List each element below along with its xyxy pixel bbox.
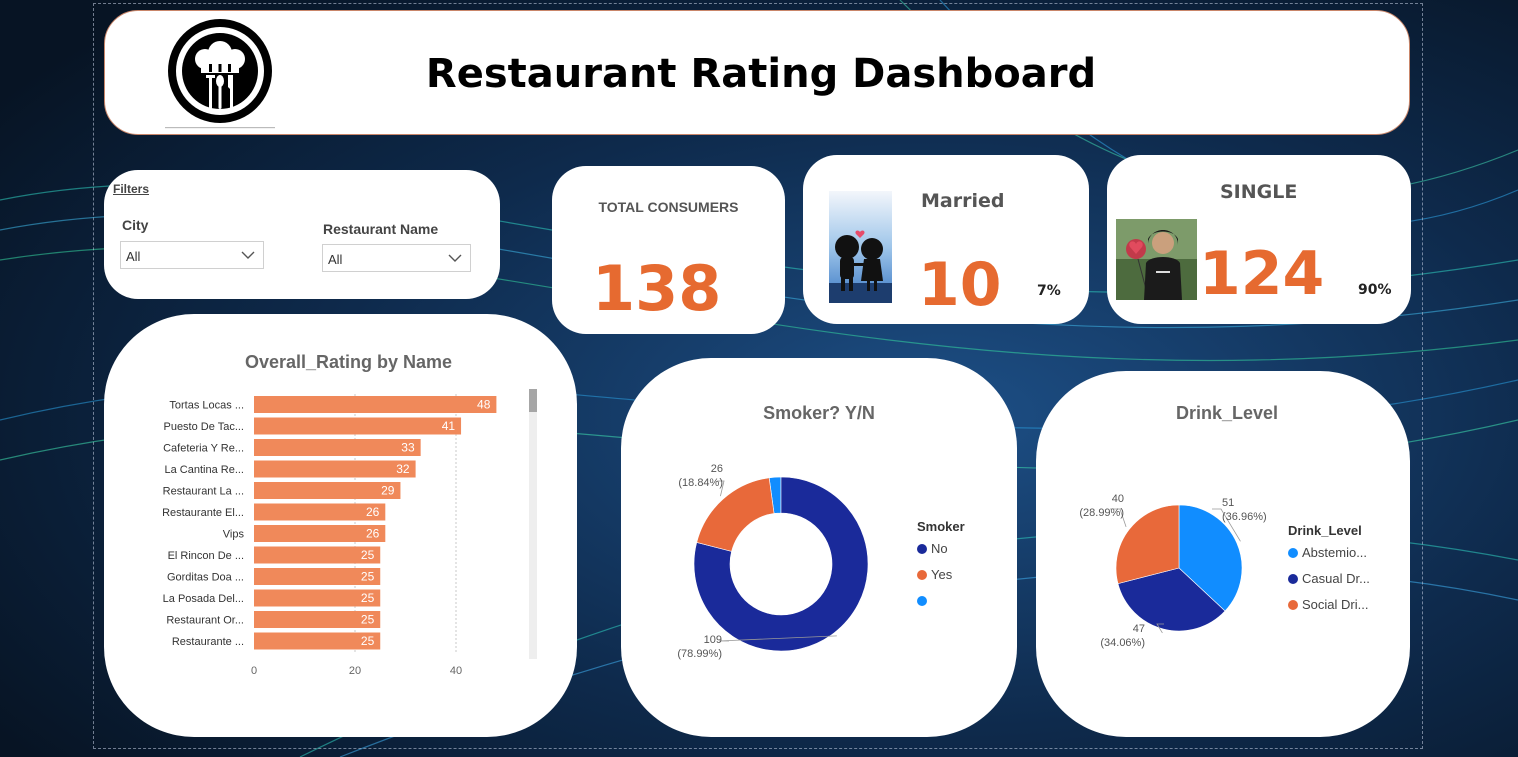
slice-value-label: 40 [1112,493,1124,505]
couple-silhouette-image [829,191,892,303]
drink-level-pie-card: Drink_Level 51 (36.96%) 47 (34.06%) 40 (28.99… [1036,371,1410,737]
single-person-image [1116,219,1197,300]
city-dropdown[interactable]: All [120,241,264,269]
smoker-legend-title: Smoker [917,519,965,534]
restaurant-name-label: Restaurant Name [323,221,439,237]
legend-label: Social Dri... [1302,597,1369,612]
bar[interactable] [254,396,497,413]
x-tick-label: 0 [251,665,257,677]
slice-value-label: 26 [711,463,723,475]
city-label: City [122,217,149,233]
kpi-married-percent: 7% [1037,283,1061,299]
legend-item-abstemious[interactable]: Abstemio... [1288,545,1367,560]
slice-percent-label: (34.06%) [1100,637,1145,649]
bar-value-label: 32 [396,462,410,476]
bar[interactable] [254,482,401,499]
legend-item-casual[interactable]: Casual Dr... [1288,571,1370,586]
slice-value-label: 47 [1133,623,1145,635]
bar-value-label: 26 [366,505,380,519]
bar-value-label: 25 [361,634,375,648]
bar-value-label: 25 [361,613,375,627]
bar[interactable] [254,417,462,435]
y-category-label: La Posada Del... [163,593,244,605]
kpi-married-label: Married [921,190,1005,212]
filters-title: Filters [113,182,150,196]
legend-label: Casual Dr... [1302,571,1370,586]
legend-item-blank[interactable] [917,593,931,608]
bar-value-label: 48 [477,398,491,412]
scrollbar-track[interactable] [529,389,537,659]
kpi-married: Married 10 7% [803,155,1089,324]
legend-label: Yes [931,567,953,582]
slice-value-label: 51 [1222,497,1234,509]
slice-value-label: 109 [704,634,722,646]
rating-bar-chart: 0 20 40 Tortas Locas ... 48 Puesto De Tac... 4… [162,389,537,677]
kpi-total-value: 138 [592,252,722,325]
y-category-label: Restaurant Or... [166,615,244,627]
kpi-single-percent: 90% [1358,282,1392,298]
y-category-label: Gorditas Doa ... [167,572,244,584]
kpi-single: SINGLE 124 90% [1107,155,1411,324]
legend-item-no[interactable]: No [917,541,948,556]
legend-dot [1288,548,1298,558]
kpi-total-consumers: TOTAL CONSUMERS 138 [552,166,785,334]
legend-dot [1288,600,1298,610]
kpi-single-value: 124 [1199,239,1325,309]
legend-dot [917,596,927,606]
legend-dot [917,544,927,554]
y-category-label: Restaurante ... [172,636,244,648]
chevron-down-icon [448,254,462,262]
kpi-single-label: SINGLE [1220,181,1298,203]
bar-value-label: 41 [442,419,456,433]
bar-value-label: 33 [401,441,415,455]
legend-label: No [931,541,948,556]
y-category-label: Cafeteria Y Re... [163,443,244,455]
legend-dot [1288,574,1298,584]
drink-legend-title: Drink_Level [1288,523,1362,538]
legend-label: Abstemio... [1302,545,1368,560]
rating-bar-chart-card: Overall_Rating by Name 0 20 40 Tortas Locas… [104,314,577,737]
legend-dot [917,570,927,580]
legend-item-yes[interactable]: Yes [917,567,952,582]
slice-percent-label: (36.96%) [1222,511,1267,523]
y-category-label: Restaurant La ... [163,486,244,498]
bar-value-label: 25 [361,591,375,605]
kpi-married-value: 10 [918,250,1002,320]
scrollbar-thumb[interactable] [529,389,537,412]
dashboard-title: Restaurant Rating Dashboard [425,51,1097,97]
kpi-total-label: TOTAL CONSUMERS [598,199,739,215]
smoker-donut-chart: 109 (78.99%) 26 (18.84%) [677,463,869,660]
bar[interactable] [254,439,421,456]
y-category-label: Restaurante El... [162,507,244,519]
slice-percent-label: (18.84%) [678,477,723,489]
y-category-label: El Rincon De ... [168,550,244,562]
y-category-label: Vips [223,529,245,541]
city-dropdown-value: All [126,249,141,264]
bar-value-label: 26 [366,527,380,541]
y-category-label: Tortas Locas ... [169,400,244,412]
header-banner: Restaurant Rating Dashboard [104,10,1410,135]
chevron-down-icon [241,251,255,259]
slice-percent-label: (28.99%) [1079,507,1124,519]
legend-item-social[interactable]: Social Dri... [1288,597,1368,612]
slice-percent-label: (78.99%) [677,648,722,660]
bar-value-label: 25 [361,570,375,584]
y-category-label: La Cantina Re... [165,464,245,476]
x-tick-label: 20 [349,665,361,677]
bar-value-label: 29 [381,484,395,498]
bar-value-label: 25 [361,548,375,562]
y-category-label: Puesto De Tac... [163,421,244,433]
filters-panel: Filters City All Restaurant Name All [104,170,500,299]
restaurant-dropdown-value: All [328,252,343,267]
bar[interactable] [254,460,416,478]
smoker-donut-card: Smoker? Y/N 109 (78.99%) 26 (18.84%) Smoker… [621,358,1017,737]
restaurant-name-dropdown[interactable]: All [322,244,471,272]
x-tick-label: 40 [450,665,462,677]
